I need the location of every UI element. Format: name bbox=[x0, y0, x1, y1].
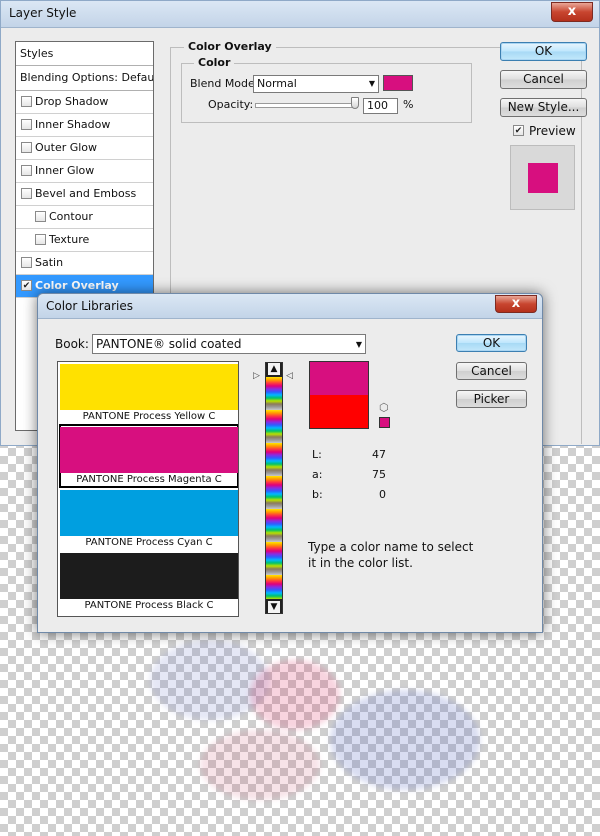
style-item-label: Outer Glow bbox=[35, 141, 98, 154]
style-item-texture[interactable]: Texture bbox=[16, 229, 153, 252]
swatch-name: PANTONE Process Magenta C bbox=[76, 474, 222, 485]
swatch-item[interactable]: PANTONE Process Yellow C bbox=[60, 362, 238, 424]
layer-style-titlebar: Layer Style x bbox=[1, 1, 599, 28]
chevron-down-icon: ▼ bbox=[355, 340, 362, 349]
blend-mode-label: Blend Mode: bbox=[190, 77, 259, 90]
preview-checkbox[interactable] bbox=[513, 125, 524, 136]
style-item-label: Texture bbox=[49, 233, 90, 246]
background-artwork-detail-3 bbox=[200, 730, 320, 800]
style-item-label: Satin bbox=[35, 256, 64, 269]
styles-header[interactable]: Styles bbox=[16, 42, 153, 66]
slider-right-marker-icon: ◁ bbox=[286, 371, 293, 381]
lab-key: b: bbox=[312, 488, 323, 501]
style-checkbox[interactable] bbox=[21, 165, 32, 176]
swatch-chip[interactable] bbox=[60, 490, 238, 536]
slider-left-marker-icon: ▷ bbox=[253, 371, 260, 381]
style-item-bevel-and-emboss[interactable]: Bevel and Emboss bbox=[16, 183, 153, 206]
color-group bbox=[181, 63, 472, 123]
lab-value: 47 bbox=[372, 448, 386, 461]
hint-text: Type a color name to select it in the co… bbox=[308, 540, 474, 570]
picker-button[interactable]: Picker bbox=[456, 390, 527, 408]
window-title: Layer Style bbox=[9, 6, 77, 20]
style-item-label: Inner Shadow bbox=[35, 118, 111, 131]
lab-value: 75 bbox=[372, 468, 386, 481]
opacity-slider-thumb[interactable] bbox=[351, 97, 359, 109]
style-item-label: Contour bbox=[49, 210, 93, 223]
cancel-button[interactable]: Cancel bbox=[500, 70, 587, 89]
color-libraries-dialog: Color Libraries x Book: PANTONE® solid c… bbox=[37, 293, 543, 633]
style-checkbox[interactable] bbox=[35, 211, 46, 222]
cancel-button[interactable]: Cancel bbox=[456, 362, 527, 380]
background-artwork-detail bbox=[250, 660, 340, 730]
color-swatch-list: PANTONE Process Yellow C PANTONE Process … bbox=[57, 361, 239, 617]
style-checkbox[interactable] bbox=[21, 142, 32, 153]
swatch-chip[interactable] bbox=[60, 553, 238, 599]
new-color-preview bbox=[309, 361, 369, 395]
book-select[interactable]: PANTONE® solid coated ▼ bbox=[92, 334, 366, 354]
panel-title: Color Overlay bbox=[184, 40, 276, 53]
background-artwork bbox=[150, 640, 270, 720]
opacity-unit: % bbox=[403, 98, 414, 111]
style-checkbox[interactable] bbox=[21, 119, 32, 130]
style-checkbox[interactable] bbox=[21, 96, 32, 107]
background-artwork-detail-2 bbox=[330, 690, 480, 790]
scroll-up-icon[interactable]: ▲ bbox=[268, 363, 280, 375]
style-item-inner-glow[interactable]: Inner Glow bbox=[16, 160, 153, 183]
chevron-down-icon: ▼ bbox=[368, 79, 375, 88]
close-button[interactable]: x bbox=[551, 2, 593, 22]
swatch-name: PANTONE Process Cyan C bbox=[85, 537, 213, 548]
color-spectrum-slider[interactable]: ▲ ▼ bbox=[265, 362, 283, 614]
old-color-preview bbox=[309, 395, 369, 429]
ok-button[interactable]: OK bbox=[456, 334, 527, 352]
style-item-label: Drop Shadow bbox=[35, 95, 109, 108]
close-button[interactable]: x bbox=[495, 295, 537, 313]
opacity-input[interactable]: 100 bbox=[363, 98, 398, 114]
preview-label: Preview bbox=[529, 124, 576, 138]
style-item-label: Inner Glow bbox=[35, 164, 95, 177]
style-preview bbox=[510, 145, 575, 210]
color-libraries-titlebar: Color Libraries x bbox=[38, 294, 542, 319]
swatch-chip[interactable] bbox=[60, 427, 238, 473]
spectrum-stripes[interactable] bbox=[266, 377, 282, 599]
style-checkbox[interactable] bbox=[21, 257, 32, 268]
style-checkbox[interactable] bbox=[35, 234, 46, 245]
lab-value: 0 bbox=[379, 488, 386, 501]
blend-mode-value: Normal bbox=[257, 77, 297, 90]
swatch-item[interactable]: PANTONE Process Cyan C bbox=[60, 488, 238, 550]
overlay-color-swatch[interactable] bbox=[383, 75, 413, 91]
style-item-inner-shadow[interactable]: Inner Shadow bbox=[16, 114, 153, 137]
swatch-chip[interactable] bbox=[60, 364, 238, 410]
style-item-satin[interactable]: Satin bbox=[16, 252, 153, 275]
out-of-gamut-cube-icon[interactable]: ⬡ bbox=[379, 401, 389, 414]
style-checkbox[interactable] bbox=[21, 188, 32, 199]
color-group-title: Color bbox=[194, 56, 235, 69]
scroll-down-icon[interactable]: ▼ bbox=[268, 601, 280, 613]
ok-button[interactable]: OK bbox=[500, 42, 587, 61]
style-item-drop-shadow[interactable]: Drop Shadow bbox=[16, 91, 153, 114]
style-item-label: Bevel and Emboss bbox=[35, 187, 137, 200]
book-label: Book: bbox=[55, 337, 89, 351]
dialog-title: Color Libraries bbox=[46, 299, 133, 313]
swatch-name: PANTONE Process Yellow C bbox=[82, 411, 216, 422]
style-item-contour[interactable]: Contour bbox=[16, 206, 153, 229]
swatch-item[interactable]: PANTONE Process Magenta C bbox=[59, 424, 238, 488]
opacity-label: Opacity: bbox=[208, 98, 254, 111]
opacity-slider-track[interactable] bbox=[255, 103, 357, 108]
preview-thumbnail bbox=[528, 163, 558, 193]
style-checkbox[interactable] bbox=[21, 280, 32, 291]
gamut-color-swatch[interactable] bbox=[379, 417, 390, 428]
blending-options-item[interactable]: Blending Options: Default bbox=[16, 66, 153, 91]
lab-key: L: bbox=[312, 448, 322, 461]
blend-mode-select[interactable]: Normal ▼ bbox=[253, 75, 379, 93]
new-style-button[interactable]: New Style... bbox=[500, 98, 587, 117]
style-item-outer-glow[interactable]: Outer Glow bbox=[16, 137, 153, 160]
swatch-item[interactable]: PANTONE Process Black C bbox=[60, 551, 238, 613]
book-value: PANTONE® solid coated bbox=[96, 337, 242, 351]
lab-key: a: bbox=[312, 468, 323, 481]
swatch-name: PANTONE Process Black C bbox=[84, 600, 214, 611]
